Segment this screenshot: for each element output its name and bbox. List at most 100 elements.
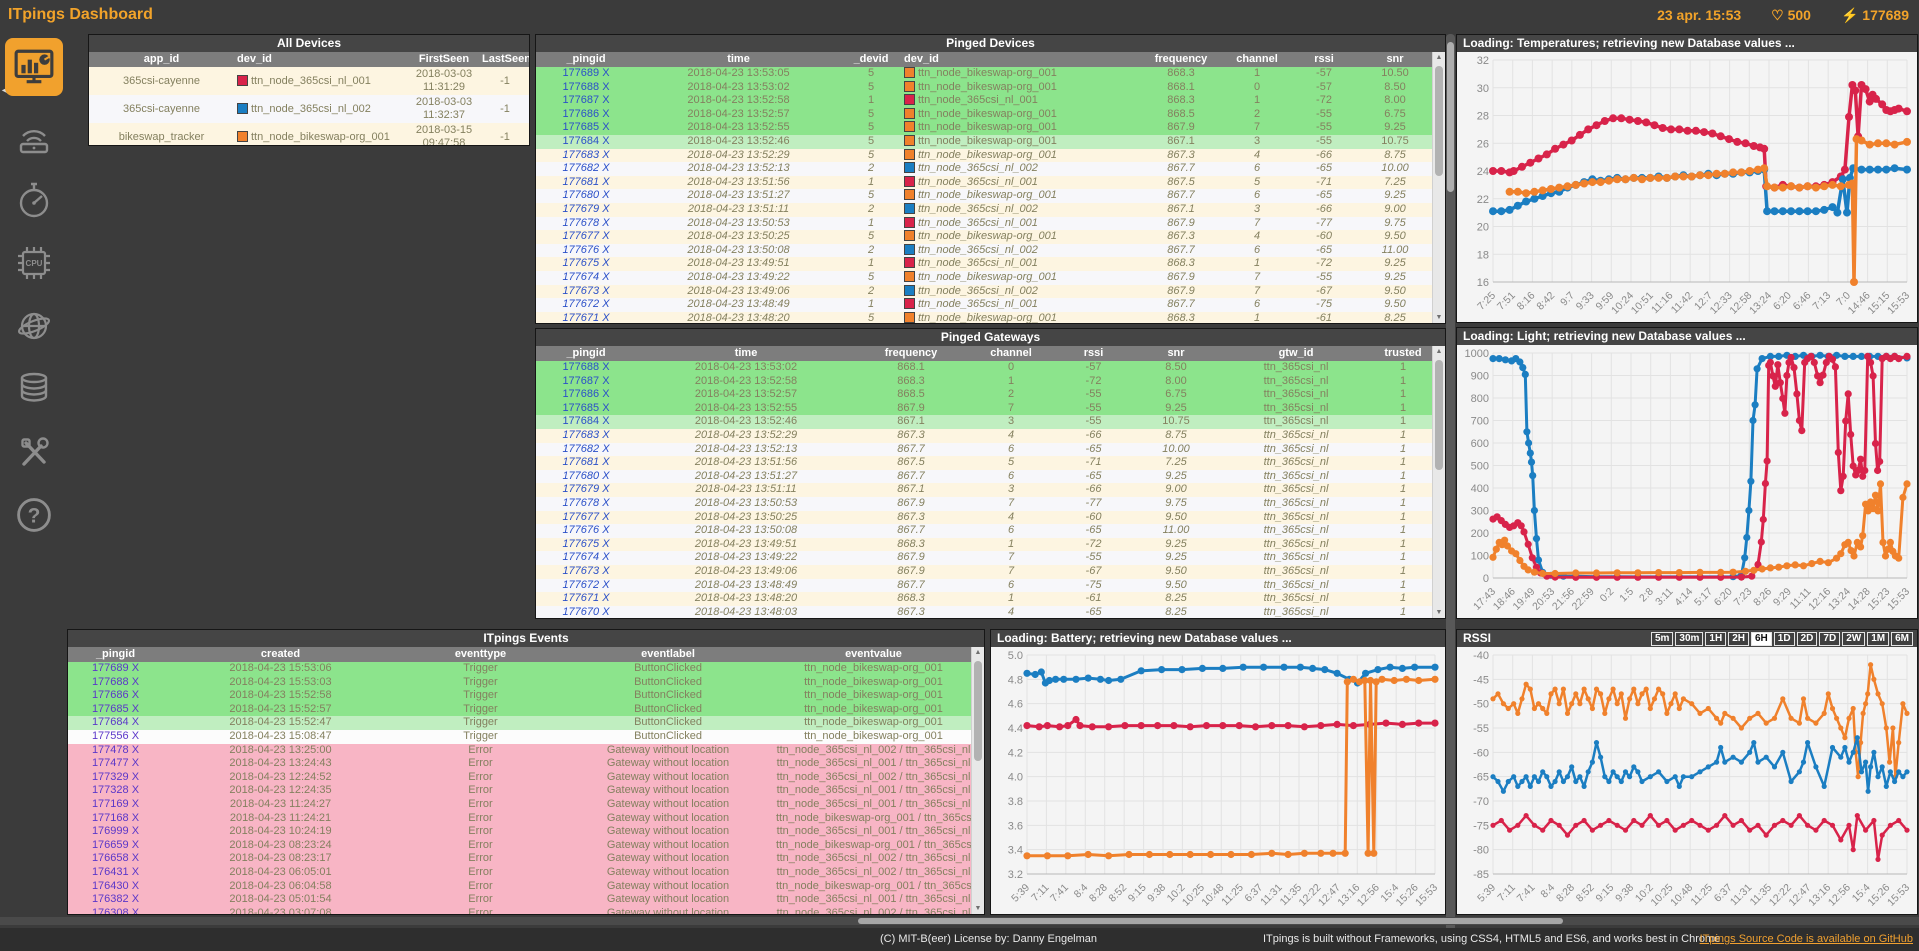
column-header-_pingid[interactable]: _pingid	[536, 52, 636, 67]
column-header-frequency[interactable]: frequency	[1141, 52, 1221, 67]
column-header-dev_id[interactable]: dev_id	[901, 52, 1141, 67]
range-button-1D[interactable]: 1D	[1773, 631, 1795, 646]
column-header-created[interactable]: created	[163, 647, 398, 662]
column-header-rssi[interactable]: rssi	[1056, 346, 1131, 361]
scroll-up-icon[interactable]: ▲	[1433, 52, 1445, 63]
pingid-link[interactable]: 177679 X	[562, 483, 609, 495]
pingid-link[interactable]: 177674 X	[562, 551, 609, 563]
scroll-up-icon[interactable]: ▲	[972, 647, 984, 658]
pingid-link[interactable]: 177681 X	[562, 176, 609, 188]
pingid-link[interactable]: 176430 X	[92, 880, 139, 892]
sidebar-item-database[interactable]	[12, 367, 56, 411]
pingid-link[interactable]: 177680 X	[562, 189, 609, 201]
sidebar-item-help[interactable]: ?	[12, 493, 56, 537]
pingid-link[interactable]: 177687 X	[562, 94, 609, 106]
pingid-link[interactable]: 177671 X	[562, 312, 609, 323]
column-header-rssi[interactable]: rssi	[1293, 52, 1355, 67]
pingid-link[interactable]: 177683 X	[562, 429, 609, 441]
pingid-link[interactable]: 177682 X	[562, 443, 609, 455]
pingid-link[interactable]: 177678 X	[562, 217, 609, 229]
pingid-link[interactable]: 176308 X	[92, 907, 139, 914]
pingid-link[interactable]: 177689 X	[562, 67, 609, 79]
pingid-link[interactable]: 177685 X	[92, 703, 139, 715]
pingid-link[interactable]: 177689 X	[92, 662, 139, 674]
pingid-link[interactable]: 176999 X	[92, 825, 139, 837]
pingid-link[interactable]: 177688 X	[562, 81, 609, 93]
pingid-link[interactable]: 177477 X	[92, 757, 139, 769]
range-button-6H[interactable]: 6H	[1751, 631, 1772, 646]
column-header-eventtype[interactable]: eventtype	[398, 647, 563, 662]
column-header-_pingid[interactable]: _pingid	[68, 647, 163, 662]
pingid-link[interactable]: 177671 X	[562, 592, 609, 604]
pingid-link[interactable]: 177684 X	[562, 415, 609, 427]
column-header-dev_id[interactable]: dev_id	[234, 52, 409, 67]
vertical-scrollbar[interactable]: ▲ ▼	[1432, 52, 1445, 323]
pingid-link[interactable]: 177684 X	[92, 716, 139, 728]
range-button-2W[interactable]: 2W	[1842, 631, 1866, 646]
pingid-link[interactable]: 177681 X	[562, 456, 609, 468]
pingid-link[interactable]: 176658 X	[92, 852, 139, 864]
scrollbar-thumb[interactable]	[858, 918, 1563, 924]
sidebar-item-timers[interactable]	[12, 178, 56, 222]
column-header-channel[interactable]: channel	[1221, 52, 1293, 67]
pingid-link[interactable]: 177329 X	[92, 771, 139, 783]
pingid-link[interactable]: 177670 X	[562, 606, 609, 618]
pingid-link[interactable]: 177679 X	[562, 203, 609, 215]
range-button-2D[interactable]: 2D	[1796, 631, 1818, 646]
scroll-down-icon[interactable]: ▼	[1433, 312, 1445, 323]
vertical-scrollbar[interactable]: ▲ ▼	[971, 647, 984, 914]
pingid-link[interactable]: 176659 X	[92, 839, 139, 851]
pingid-link[interactable]: 177688 X	[562, 361, 609, 373]
pingid-link[interactable]: 177683 X	[562, 149, 609, 161]
range-button-5m[interactable]: 5m	[1650, 631, 1674, 646]
sidebar-item-dashboard[interactable]	[4, 38, 63, 96]
page-horizontal-scrollbar[interactable]	[0, 917, 1919, 925]
github-source-link[interactable]: ITpings Source Code is available on GitH…	[1700, 933, 1913, 945]
range-button-7D[interactable]: 7D	[1819, 631, 1841, 646]
pingid-link[interactable]: 177685 X	[562, 121, 609, 133]
pingid-link[interactable]: 176431 X	[92, 866, 139, 878]
column-header-_pingid[interactable]: _pingid	[536, 346, 636, 361]
pingid-link[interactable]: 177328 X	[92, 784, 139, 796]
pingid-link[interactable]: 177168 X	[92, 812, 139, 824]
pingid-link[interactable]: 177672 X	[562, 298, 609, 310]
column-header-time[interactable]: time	[636, 52, 841, 67]
column-header-time[interactable]: time	[636, 346, 856, 361]
scrollbar-thumb[interactable]	[974, 661, 982, 761]
column-header-LastSeen[interactable]: LastSeen	[479, 52, 529, 67]
scroll-down-icon[interactable]: ▼	[972, 903, 984, 914]
pingid-link[interactable]: 177673 X	[562, 565, 609, 577]
pingid-link[interactable]: 177556 X	[92, 730, 139, 742]
page-vertical-scrollbar[interactable]	[1446, 34, 1455, 945]
vertical-scrollbar[interactable]: ▲ ▼	[1432, 346, 1445, 618]
column-header-gtw_id[interactable]: gtw_id	[1221, 346, 1371, 361]
pingid-link[interactable]: 177676 X	[562, 524, 609, 536]
pingid-link[interactable]: 177687 X	[562, 375, 609, 387]
column-header-eventlabel[interactable]: eventlabel	[563, 647, 773, 662]
scrollbar-thumb[interactable]	[1435, 360, 1443, 470]
range-button-1H[interactable]: 1H	[1705, 631, 1727, 646]
pingid-link[interactable]: 177677 X	[562, 230, 609, 242]
pingid-link[interactable]: 177677 X	[562, 511, 609, 523]
pingid-link[interactable]: 177686 X	[562, 108, 609, 120]
scrollbar-thumb[interactable]	[1435, 66, 1443, 176]
pingid-link[interactable]: 177673 X	[562, 285, 609, 297]
column-header-snr[interactable]: snr	[1131, 346, 1221, 361]
pingid-link[interactable]: 177686 X	[92, 689, 139, 701]
sidebar-item-tools[interactable]	[12, 430, 56, 474]
pingid-link[interactable]: 177682 X	[562, 162, 609, 174]
pingid-link[interactable]: 177672 X	[562, 579, 609, 591]
pingid-link[interactable]: 177478 X	[92, 744, 139, 756]
range-button-1M[interactable]: 1M	[1867, 631, 1890, 646]
column-header-app_id[interactable]: app_id	[89, 52, 234, 67]
scrollbar-thumb[interactable]	[1447, 42, 1454, 192]
pingid-link[interactable]: 177686 X	[562, 388, 609, 400]
scroll-down-icon[interactable]: ▼	[1433, 607, 1445, 618]
pingid-link[interactable]: 177675 X	[562, 257, 609, 269]
column-header-snr[interactable]: snr	[1355, 52, 1433, 67]
sidebar-item-cpu[interactable]: CPU	[12, 241, 56, 285]
column-header-_devid[interactable]: _devid	[841, 52, 901, 67]
range-button-30m[interactable]: 30m	[1675, 631, 1704, 646]
sidebar-item-world[interactable]	[12, 304, 56, 348]
pingid-link[interactable]: 177675 X	[562, 538, 609, 550]
